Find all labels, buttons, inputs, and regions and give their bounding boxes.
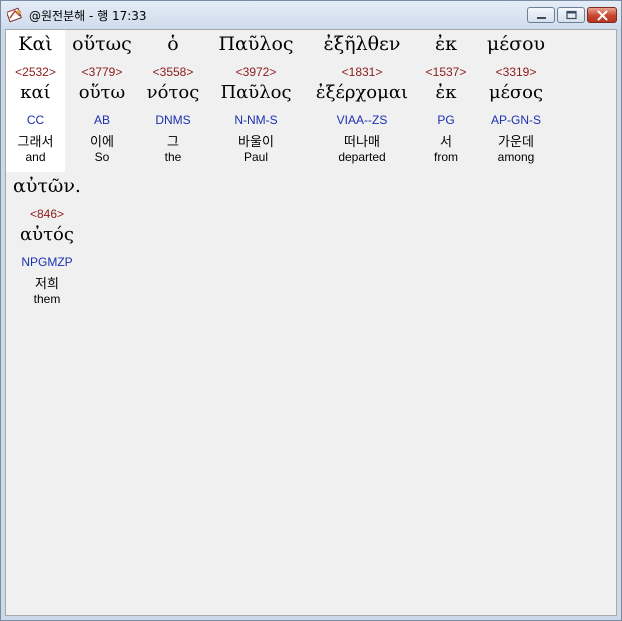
maximize-button[interactable] [557, 7, 585, 23]
greek-word: ὁ [167, 33, 179, 55]
lemma: μέσος [488, 82, 544, 103]
word-column-3[interactable]: Παῦλος <3972> Παῦλος N-NM-S 바울이 Paul [214, 30, 298, 172]
greek-word: αὐτῶν. [13, 175, 81, 197]
passage-view: Καὶ <2532> καί CC 그래서 and οὕτως <3779> ο… [5, 29, 617, 616]
english-gloss: and [25, 150, 46, 164]
close-icon [597, 10, 608, 21]
greek-word: ἐκ [434, 33, 458, 55]
close-button[interactable] [587, 7, 617, 23]
english-gloss: among [497, 150, 535, 164]
maximize-icon [566, 10, 577, 20]
korean-gloss: 이에 [90, 135, 114, 150]
word-column-0[interactable]: Καὶ <2532> καί CC 그래서 and [6, 30, 65, 172]
greek-word: ἐξῆλθεν [323, 33, 401, 55]
word-column-6[interactable]: μέσου <3319> μέσος AP-GN-S 가운데 among [476, 30, 556, 172]
parsing-code: N-NM-S [234, 113, 278, 127]
parsing-code: AB [93, 113, 110, 127]
word-column-1[interactable]: οὕτως <3779> οὕτω AB 이에 So [69, 30, 135, 172]
english-gloss: from [434, 150, 458, 164]
word-row: αὐτῶν. <846> αὐτός NPGMZP 저희 them [6, 172, 616, 314]
strong-number[interactable]: <3558> [141, 65, 205, 79]
lemma: ἐξέρχομαι [315, 82, 409, 103]
strong-number[interactable]: <3972> [214, 65, 298, 79]
greek-word: μέσου [486, 33, 546, 55]
word-column-2[interactable]: ὁ <3558> νότος DNMS 그 the [141, 30, 205, 172]
korean-gloss: 떠나매 [344, 135, 380, 150]
english-gloss: departed [338, 150, 386, 164]
strong-number[interactable]: <2532> [6, 65, 65, 79]
korean-gloss: 그 [167, 135, 179, 150]
lemma: καί [20, 82, 51, 103]
strong-number[interactable]: <1537> [421, 65, 471, 79]
word-column-5[interactable]: ἐκ <1537> ἐκ PG 서 from [421, 30, 471, 172]
app-logo-icon [6, 7, 23, 23]
english-gloss: So [94, 150, 110, 164]
greek-word: Καὶ [18, 33, 53, 55]
strong-number[interactable]: <846> [6, 207, 88, 221]
app-window: @원전분해 - 행 17:33 Καὶ <2532> καί CC 그래서 an… [0, 0, 622, 621]
lemma: Παῦλος [220, 82, 292, 103]
english-gloss: them [33, 292, 61, 306]
window-title: @원전분해 - 행 17:33 [29, 9, 147, 23]
korean-gloss: 서 [440, 135, 452, 150]
title-bar[interactable]: @원전분해 - 행 17:33 [1, 1, 621, 29]
korean-gloss: 저희 [35, 277, 59, 292]
word-column-4[interactable]: ἐξῆλθεν <1831> ἐξέρχομαι VIAA--ZS 떠나매 de… [312, 30, 412, 172]
parsing-code: CC [26, 113, 45, 127]
english-gloss: Paul [243, 150, 269, 164]
lemma: αὐτός [20, 224, 74, 245]
strong-number[interactable]: <3319> [476, 65, 556, 79]
strong-number[interactable]: <1831> [312, 65, 412, 79]
parsing-code: NPGMZP [21, 255, 73, 269]
english-gloss: the [164, 150, 182, 164]
lemma: νότος [146, 82, 200, 103]
korean-gloss: 바울이 [238, 135, 274, 150]
word-column-7[interactable]: αὐτῶν. <846> αὐτός NPGMZP 저희 them [6, 172, 88, 314]
greek-word: οὕτως [72, 33, 132, 55]
parsing-code: PG [437, 113, 455, 127]
lemma: οὕτω [78, 82, 126, 103]
korean-gloss: 그래서 [17, 135, 54, 150]
lemma: ἐκ [435, 82, 457, 103]
korean-gloss: 가운데 [498, 135, 534, 150]
minimize-button[interactable] [527, 7, 555, 23]
strong-number[interactable]: <3779> [69, 65, 135, 79]
parsing-code: AP-GN-S [490, 113, 541, 127]
word-row: Καὶ <2532> καί CC 그래서 and οὕτως <3779> ο… [6, 30, 616, 172]
parsing-code: VIAA--ZS [336, 113, 388, 127]
parsing-code: DNMS [155, 113, 191, 127]
minimize-icon [537, 17, 546, 19]
greek-word: Παῦλος [218, 33, 294, 55]
